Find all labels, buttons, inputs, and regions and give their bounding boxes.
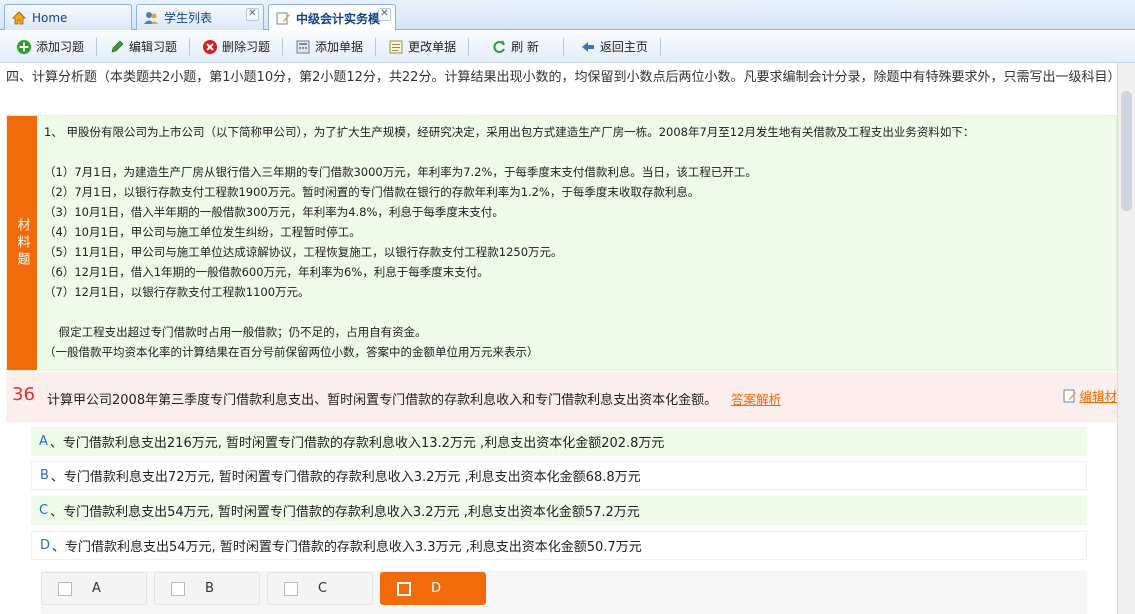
option-text: 、专门借款利息支出72万元, 暂时闲置专门借款的存款利息收入3.2万元 ,利息支…	[50, 470, 641, 485]
edit-exercise-button[interactable]: 编辑习题	[103, 35, 183, 59]
toolbar-divider	[96, 37, 98, 56]
edit-material-icon	[1063, 389, 1077, 403]
question-number: 36	[12, 384, 35, 405]
delete-icon	[202, 39, 218, 55]
option-letter: C	[39, 503, 49, 518]
question-text: 计算甲公司2008年第三季度专门借款利息支出、暂时闲置专门借款的存款利息收入和专…	[47, 389, 781, 408]
option-letter: A	[39, 434, 48, 449]
option-text: 、专门借款利息支出54万元, 暂时闲置专门借款的存款利息收入3.3万元 ,利息支…	[52, 540, 642, 555]
option-d: D 、专门借款利息支出54万元, 暂时闲置专门借款的存款利息收入3.3万元 ,利…	[31, 531, 1087, 560]
delete-exercise-label: 删除习题	[222, 40, 271, 54]
tab-label: 学生列表	[164, 11, 213, 25]
toolbar-divider	[282, 37, 284, 56]
toolbar-divider	[375, 37, 377, 56]
material-item: （7）12月1日，以银行存款支付工程款1100万元。	[44, 285, 310, 299]
toolbar: 添加习题 编辑习题 删除习题 添加单据 更改单据 刷 新 返回主页	[0, 31, 1135, 63]
checkbox[interactable]	[58, 581, 72, 596]
tab-accounting-practice[interactable]: 中级会计实务模 ✕	[268, 4, 396, 31]
tab-label: 中级会计实务模	[296, 11, 381, 26]
tab-student-list[interactable]: 学生列表 ✕	[136, 4, 264, 30]
toolbar-divider	[659, 37, 661, 56]
checkbox[interactable]	[284, 581, 298, 596]
list-icon	[388, 39, 404, 55]
tab-close-icon[interactable]: ✕	[378, 8, 391, 21]
plus-icon	[16, 39, 32, 55]
refresh-label: 刷 新	[511, 40, 539, 54]
choice-label: C	[318, 581, 328, 596]
answer-analysis-link[interactable]: 答案解析	[731, 392, 781, 407]
material-note: 假定工程支出超过专门借款时占用一般借款；仍不足的，占用自有资金。	[44, 325, 427, 339]
add-list-button[interactable]: 添加单据	[289, 35, 369, 59]
scroll-thumb[interactable]	[1121, 91, 1132, 211]
edit-icon	[275, 10, 291, 26]
tab-strip: Home 学生列表 ✕ 中级会计实务模 ✕	[0, 0, 1135, 31]
option-text: 、专门借款利息支出216万元, 暂时闲置专门借款的存款利息收入13.2万元 ,利…	[49, 436, 665, 451]
section-description: 四、计算分析题（本类题共2小题，第1小题10分，第2小题12分，共22分。计算结…	[6, 70, 1117, 85]
tab-label: Home	[32, 10, 68, 25]
option-a: A 、专门借款利息支出216万元, 暂时闲置专门借款的存款利息收入13.2万元 …	[31, 427, 1087, 456]
vertical-scrollbar[interactable]	[1117, 63, 1135, 614]
choice-b[interactable]: B	[154, 572, 260, 605]
material-item: （1）7月1日，为建造生产厂房从银行借入三年期的专门借款3000万元，年利率为7…	[44, 165, 757, 179]
back-arrow-icon	[580, 39, 596, 55]
material-item: （5）11月1日，甲公司与施工单位达成谅解协议，工程恢复施工，以银行存款支付工程…	[44, 245, 563, 259]
choice-c[interactable]: C	[267, 572, 373, 605]
option-letter: B	[40, 468, 49, 483]
toolbar-divider	[468, 37, 470, 56]
question-stem: 计算甲公司2008年第三季度专门借款利息支出、暂时闲置专门借款的存款利息收入和专…	[47, 393, 718, 408]
users-icon	[143, 10, 159, 26]
material-item: （6）12月1日，借入1年期的一般借款600万元，年利率为6%，利息于每季度末支…	[44, 265, 489, 279]
material-item: （3）10月1日，借入半年期的一般借款300万元，年利率为4.8%，利息于每季度…	[44, 205, 504, 219]
material-item: （2）7月1日，以银行存款支付工程款1900万元。暂时闲置的专门借款在银行的存款…	[44, 185, 700, 199]
edit-material-label: 编辑材	[1079, 389, 1117, 404]
refresh-icon	[491, 39, 507, 55]
add-exercise-label: 添加习题	[36, 40, 85, 54]
checkbox-checked[interactable]	[397, 581, 411, 596]
pencil-icon	[109, 39, 125, 55]
refresh-button[interactable]: 刷 新	[485, 35, 545, 59]
back-home-button[interactable]: 返回主页	[574, 35, 654, 59]
back-home-label: 返回主页	[599, 40, 648, 54]
option-text: 、专门借款利息支出54万元, 暂时闲置专门借款的存款利息收入3.2万元 ,利息支…	[50, 505, 640, 520]
choice-label: A	[92, 581, 101, 596]
material-text: 1、 甲股份有限公司为上市公司（以下简称甲公司），为了扩大生产规模，经研究决定，…	[44, 122, 1104, 362]
change-list-button[interactable]: 更改单据	[382, 35, 462, 59]
toolbar-divider	[562, 37, 564, 56]
change-list-label: 更改单据	[408, 40, 457, 54]
material-note: （一般借款平均资本化率的计算结果在百分号前保留两位小数，答案中的金额单位用万元来…	[44, 345, 539, 359]
content-area: 四、计算分析题（本类题共2小题，第1小题10分，第2小题12分，共22分。计算结…	[0, 63, 1117, 614]
delete-exercise-button[interactable]: 删除习题	[196, 35, 276, 59]
question-header: 36 计算甲公司2008年第三季度专门借款利息支出、暂时闲置专门借款的存款利息收…	[6, 372, 1117, 422]
toolbar-divider	[189, 37, 191, 56]
material-panel: 材料题 1、 甲股份有限公司为上市公司（以下简称甲公司），为了扩大生产规模，经研…	[6, 115, 1117, 371]
home-icon	[11, 10, 27, 26]
tab-close-icon[interactable]: ✕	[246, 8, 259, 21]
checkbox[interactable]	[171, 581, 185, 596]
material-label: 材料题	[7, 116, 37, 370]
choice-d[interactable]: D	[380, 572, 486, 605]
option-letter: D	[40, 538, 51, 553]
choice-label: D	[431, 581, 442, 596]
edit-exercise-label: 编辑习题	[129, 40, 178, 54]
add-exercise-button[interactable]: 添加习题	[10, 35, 90, 59]
tab-home[interactable]: Home	[4, 4, 132, 30]
answer-choices: A B C D	[41, 571, 1087, 614]
material-intro: 1、 甲股份有限公司为上市公司（以下简称甲公司），为了扩大生产规模，经研究决定，…	[44, 125, 975, 139]
choice-label: B	[205, 581, 214, 596]
option-b: B 、专门借款利息支出72万元, 暂时闲置专门借款的存款利息收入3.2万元 ,利…	[31, 461, 1087, 490]
option-c: C 、专门借款利息支出54万元, 暂时闲置专门借款的存款利息收入3.2万元 ,利…	[31, 496, 1087, 525]
material-item: （4）10月1日，甲公司与施工单位发生纠纷，工程暂时停工。	[44, 225, 361, 239]
calculator-icon	[295, 39, 311, 55]
edit-material-link[interactable]: 编辑材	[1063, 386, 1117, 405]
choice-a[interactable]: A	[41, 572, 147, 605]
add-list-label: 添加单据	[315, 40, 364, 54]
